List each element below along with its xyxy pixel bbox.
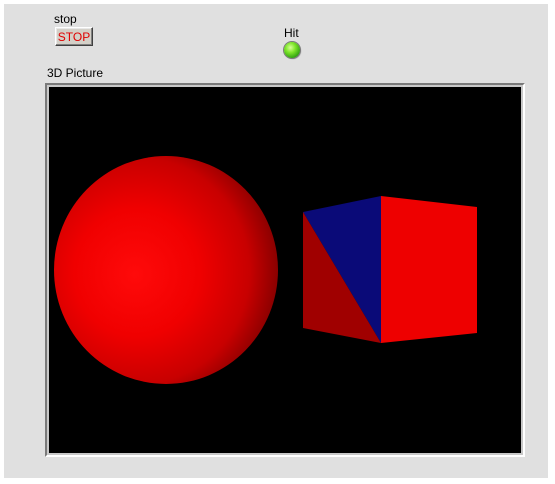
3d-picture-label: 3D Picture	[47, 66, 104, 80]
stop-label: stop	[54, 12, 77, 26]
hit-led-indicator	[284, 42, 300, 58]
3d-picture-canvas[interactable]	[49, 87, 521, 453]
cube-object	[303, 196, 477, 343]
sphere-object	[54, 156, 278, 384]
hit-label: Hit	[284, 26, 299, 40]
3d-picture-frame	[45, 83, 525, 457]
front-panel: stop STOP Hit 3D Picture	[4, 4, 548, 478]
3d-scene	[54, 156, 477, 384]
stop-button[interactable]: STOP	[55, 27, 93, 46]
cube-front-face	[381, 196, 477, 343]
